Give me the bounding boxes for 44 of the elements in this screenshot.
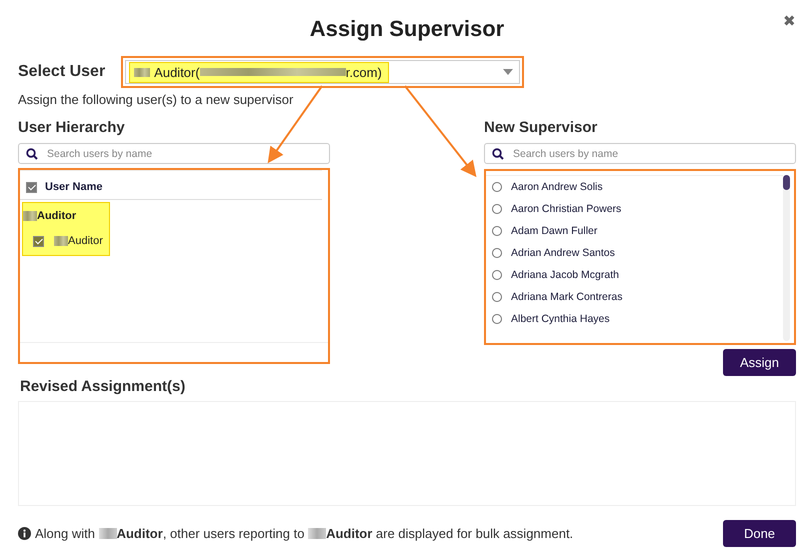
caret-icon xyxy=(503,69,514,75)
supervisor-option[interactable]: Adriana Mark Contreras xyxy=(486,286,783,308)
radio-button[interactable] xyxy=(492,248,502,258)
user-dropdown[interactable]: Auditor( r.com) xyxy=(125,60,520,84)
hierarchy-heading: User Hierarchy xyxy=(18,119,126,136)
info-note-text: Auditor are displayed for bulk assignment. xyxy=(326,526,574,541)
radio-button[interactable] xyxy=(492,182,502,192)
tree-parent-name: Auditor xyxy=(37,210,76,222)
supervisor-option[interactable]: Adrian Andrew Santos xyxy=(486,242,783,264)
redaction-block xyxy=(54,236,68,246)
redaction-block xyxy=(98,528,117,539)
redaction-block xyxy=(23,211,37,221)
close-button[interactable]: ✖ xyxy=(783,12,796,30)
radio-button[interactable] xyxy=(492,204,502,214)
radio-button[interactable] xyxy=(492,292,502,302)
supervisor-option[interactable]: Adriana Jacob Mcgrath xyxy=(486,264,783,286)
user-checkbox[interactable] xyxy=(33,236,44,246)
redaction-block xyxy=(308,528,326,539)
search-icon xyxy=(492,148,504,160)
select-user-label: Select User xyxy=(18,62,106,82)
dialog-title: Assign Supervisor xyxy=(310,16,504,42)
assign-button[interactable]: Assign xyxy=(723,349,796,376)
scrollbar[interactable] xyxy=(783,175,790,341)
instruction-text: Assign the following user(s) to a new supervisor xyxy=(18,92,294,107)
selected-user-value: Auditor( r.com) xyxy=(129,62,389,82)
tree-child-name: Auditor xyxy=(68,235,103,247)
radio-button[interactable] xyxy=(492,270,502,280)
info-icon xyxy=(18,527,31,540)
radio-button[interactable] xyxy=(492,314,502,324)
radio-button[interactable] xyxy=(492,226,502,236)
supervisor-option[interactable]: Adam Dawn Fuller xyxy=(486,220,783,242)
info-note-text: Auditor, other users reporting to xyxy=(116,526,306,541)
column-header: User Name xyxy=(45,181,102,193)
search-field[interactable]: Search users by name xyxy=(18,143,330,164)
search-icon xyxy=(26,148,38,160)
done-button[interactable]: Done xyxy=(723,520,796,547)
supervisor-option[interactable]: Aaron Christian Powers xyxy=(486,198,783,220)
revised-heading: Revised Assignment(s) xyxy=(19,378,186,395)
search-field[interactable]: Search users by name xyxy=(484,143,796,164)
info-note-text: Along with xyxy=(35,526,96,541)
supervisor-option[interactable]: Aaron Andrew Solis xyxy=(486,176,783,198)
supervisor-option[interactable]: Albert Cynthia Hayes xyxy=(486,308,783,330)
new-supervisor-heading: New Supervisor xyxy=(484,119,598,136)
select-all-checkbox[interactable] xyxy=(26,182,37,192)
